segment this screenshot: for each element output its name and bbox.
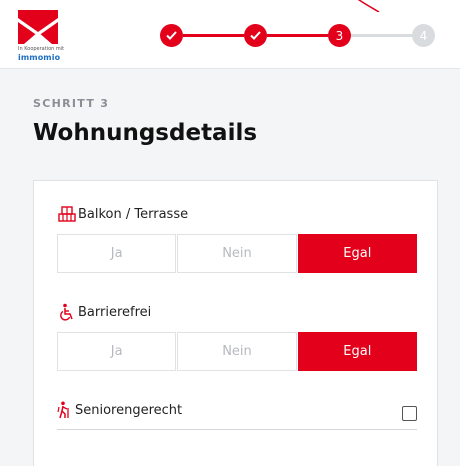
senior-label-text: Seniorengerecht [75, 402, 183, 418]
logo-mark-icon [18, 10, 58, 44]
logo-coop-text: In Kooperation mit [18, 46, 65, 52]
decorative-line-icon [357, 0, 380, 12]
balcony-any-button[interactable]: Egal [297, 234, 417, 273]
balcony-segmented-control: Ja Nein Egal [57, 234, 417, 273]
senior-label: Seniorengerecht [57, 401, 182, 419]
barrier-free-label-text: Barrierefrei [78, 304, 152, 320]
header: In Kooperation mit immomio 3 4 [0, 0, 460, 69]
step-connector [351, 34, 412, 37]
check-icon [166, 31, 177, 40]
check-icon [250, 31, 261, 40]
logo[interactable]: In Kooperation mit immomio [18, 10, 64, 62]
barrier-free-segmented-control: Ja Nein Egal [57, 332, 417, 371]
senior-icon [57, 401, 69, 419]
balcony-no-button[interactable]: Nein [177, 234, 297, 273]
senior-row[interactable]: Seniorengerecht [57, 399, 417, 430]
balcony-label-text: Balkon / Terrasse [78, 206, 189, 222]
partner-name: immomio [18, 53, 61, 62]
barrier-free-yes-button[interactable]: Ja [57, 332, 177, 371]
senior-checkbox[interactable] [402, 406, 417, 421]
step-connector [267, 34, 328, 37]
step-label: SCHRITT 3 [33, 97, 110, 110]
barrier-free-any-button[interactable]: Egal [297, 332, 417, 371]
step-1[interactable] [160, 24, 183, 47]
wheelchair-icon [60, 303, 73, 321]
balcony-icon [58, 206, 76, 222]
step-2[interactable] [244, 24, 267, 47]
step-4: 4 [412, 24, 435, 47]
step-3[interactable]: 3 [328, 24, 351, 47]
barrier-free-no-button[interactable]: Nein [177, 332, 297, 371]
balcony-yes-button[interactable]: Ja [57, 234, 177, 273]
progress-stepper: 3 4 [160, 24, 435, 48]
page-title: Wohnungsdetails [33, 120, 258, 146]
barrier-free-label: Barrierefrei [58, 303, 151, 321]
details-card: Balkon / Terrasse Ja Nein Egal Barrieref… [33, 180, 438, 466]
balcony-label: Balkon / Terrasse [58, 206, 188, 222]
step-connector [183, 34, 244, 37]
